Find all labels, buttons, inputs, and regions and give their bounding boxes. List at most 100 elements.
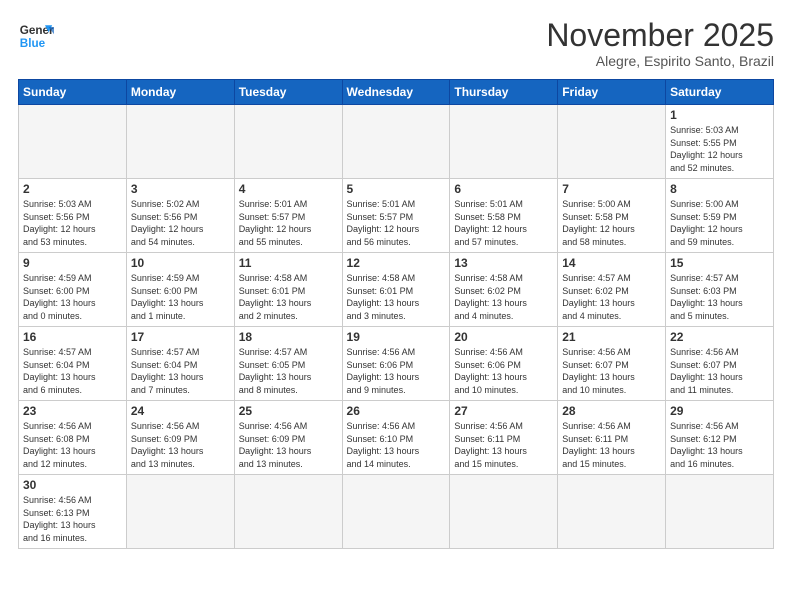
svg-text:Blue: Blue [20, 37, 46, 50]
calendar-cell: 27Sunrise: 4:56 AM Sunset: 6:11 PM Dayli… [450, 401, 558, 475]
weekday-header-wednesday: Wednesday [342, 80, 450, 105]
calendar-cell: 11 Sunrise: 4:58 AM Sunset: 6:01 PM Dayli… [234, 253, 342, 327]
day-number: 7 [562, 182, 661, 196]
calendar-cell: 3Sunrise: 5:02 AM Sunset: 5:56 PM Daylig… [126, 179, 234, 253]
calendar-cell: 29Sunrise: 4:56 AM Sunset: 6:12 PM Dayli… [666, 401, 774, 475]
day-info: Sunrise: 5:03 AM Sunset: 5:56 PM Dayligh… [23, 198, 122, 248]
day-info: Sunrise: 5:01 AM Sunset: 5:57 PM Dayligh… [239, 198, 338, 248]
calendar-cell [342, 105, 450, 179]
calendar-week-row: 1Sunrise: 5:03 AM Sunset: 5:55 PM Daylig… [19, 105, 774, 179]
day-info: Sunrise: 4:56 AM Sunset: 6:13 PM Dayligh… [23, 494, 122, 544]
calendar-cell [19, 105, 127, 179]
day-number: 12 [347, 256, 446, 270]
day-number: 17 [131, 330, 230, 344]
calendar-cell: 24 Sunrise: 4:56 AM Sunset: 6:09 PM Dayli… [126, 401, 234, 475]
calendar-cell [126, 475, 234, 549]
day-number: 24 [131, 404, 230, 418]
calendar-cell [666, 475, 774, 549]
calendar-cell: 1Sunrise: 5:03 AM Sunset: 5:55 PM Daylig… [666, 105, 774, 179]
weekday-header-tuesday: Tuesday [234, 80, 342, 105]
calendar-cell: 26 Sunrise: 4:56 AM Sunset: 6:10 PM Dayli… [342, 401, 450, 475]
header: General Blue November 2025 Alegre, Espir… [18, 18, 774, 69]
day-number: 4 [239, 182, 338, 196]
day-info: Sunrise: 4:58 AM Sunset: 6:01 PM Dayligh… [239, 272, 338, 322]
month-title: November 2025 [546, 18, 774, 53]
title-block: November 2025 Alegre, Espirito Santo, Br… [546, 18, 774, 69]
calendar-cell [126, 105, 234, 179]
day-number: 9 [23, 256, 122, 270]
day-info: Sunrise: 4:58 AM Sunset: 6:01 PM Dayligh… [347, 272, 446, 322]
calendar-cell: 28Sunrise: 4:56 AM Sunset: 6:11 PM Dayli… [558, 401, 666, 475]
day-number: 8 [670, 182, 769, 196]
weekday-header-thursday: Thursday [450, 80, 558, 105]
calendar-cell [234, 105, 342, 179]
calendar-week-row: 30 Sunrise: 4:56 AM Sunset: 6:13 PM Dayli… [19, 475, 774, 549]
day-info: Sunrise: 4:56 AM Sunset: 6:06 PM Dayligh… [454, 346, 553, 396]
day-info: Sunrise: 4:57 AM Sunset: 6:04 PM Dayligh… [131, 346, 230, 396]
day-number: 15 [670, 256, 769, 270]
calendar-cell: 25 Sunrise: 4:56 AM Sunset: 6:09 PM Dayli… [234, 401, 342, 475]
day-info: Sunrise: 4:59 AM Sunset: 6:00 PM Dayligh… [131, 272, 230, 322]
weekday-header-sunday: Sunday [19, 80, 127, 105]
calendar-cell: 23Sunrise: 4:56 AM Sunset: 6:08 PM Dayli… [19, 401, 127, 475]
day-info: Sunrise: 5:00 AM Sunset: 5:58 PM Dayligh… [562, 198, 661, 248]
day-info: Sunrise: 4:56 AM Sunset: 6:10 PM Dayligh… [347, 420, 446, 470]
day-number: 2 [23, 182, 122, 196]
calendar-cell [450, 475, 558, 549]
calendar-cell: 10 Sunrise: 4:59 AM Sunset: 6:00 PM Dayli… [126, 253, 234, 327]
calendar-week-row: 9 Sunrise: 4:59 AM Sunset: 6:00 PM Daylig… [19, 253, 774, 327]
day-number: 28 [562, 404, 661, 418]
day-number: 30 [23, 478, 122, 492]
day-number: 1 [670, 108, 769, 122]
calendar-cell: 16Sunrise: 4:57 AM Sunset: 6:04 PM Dayli… [19, 327, 127, 401]
day-info: Sunrise: 4:58 AM Sunset: 6:02 PM Dayligh… [454, 272, 553, 322]
day-number: 14 [562, 256, 661, 270]
day-number: 25 [239, 404, 338, 418]
calendar-cell: 14 Sunrise: 4:57 AM Sunset: 6:02 PM Dayli… [558, 253, 666, 327]
location-subtitle: Alegre, Espirito Santo, Brazil [546, 53, 774, 69]
logo: General Blue [18, 18, 54, 54]
day-info: Sunrise: 5:01 AM Sunset: 5:57 PM Dayligh… [347, 198, 446, 248]
day-info: Sunrise: 5:01 AM Sunset: 5:58 PM Dayligh… [454, 198, 553, 248]
day-info: Sunrise: 4:56 AM Sunset: 6:07 PM Dayligh… [670, 346, 769, 396]
calendar-cell: 2 Sunrise: 5:03 AM Sunset: 5:56 PM Daylig… [19, 179, 127, 253]
day-number: 26 [347, 404, 446, 418]
calendar-cell [234, 475, 342, 549]
day-number: 10 [131, 256, 230, 270]
calendar-cell [558, 105, 666, 179]
day-number: 21 [562, 330, 661, 344]
calendar-cell: 18 Sunrise: 4:57 AM Sunset: 6:05 PM Dayli… [234, 327, 342, 401]
day-info: Sunrise: 4:56 AM Sunset: 6:09 PM Dayligh… [239, 420, 338, 470]
weekday-header-friday: Friday [558, 80, 666, 105]
weekday-header-row: SundayMondayTuesdayWednesdayThursdayFrid… [19, 80, 774, 105]
calendar-cell [342, 475, 450, 549]
day-info: Sunrise: 4:59 AM Sunset: 6:00 PM Dayligh… [23, 272, 122, 322]
day-info: Sunrise: 4:56 AM Sunset: 6:11 PM Dayligh… [454, 420, 553, 470]
calendar-cell: 15Sunrise: 4:57 AM Sunset: 6:03 PM Dayli… [666, 253, 774, 327]
calendar-cell: 8Sunrise: 5:00 AM Sunset: 5:59 PM Daylig… [666, 179, 774, 253]
calendar-week-row: 16Sunrise: 4:57 AM Sunset: 6:04 PM Dayli… [19, 327, 774, 401]
calendar-cell: 21Sunrise: 4:56 AM Sunset: 6:07 PM Dayli… [558, 327, 666, 401]
day-number: 18 [239, 330, 338, 344]
calendar-cell [558, 475, 666, 549]
day-info: Sunrise: 4:57 AM Sunset: 6:05 PM Dayligh… [239, 346, 338, 396]
day-number: 29 [670, 404, 769, 418]
day-number: 22 [670, 330, 769, 344]
day-number: 6 [454, 182, 553, 196]
calendar-cell: 22 Sunrise: 4:56 AM Sunset: 6:07 PM Dayli… [666, 327, 774, 401]
day-number: 23 [23, 404, 122, 418]
calendar-week-row: 2 Sunrise: 5:03 AM Sunset: 5:56 PM Daylig… [19, 179, 774, 253]
calendar-cell: 20 Sunrise: 4:56 AM Sunset: 6:06 PM Dayli… [450, 327, 558, 401]
day-info: Sunrise: 5:02 AM Sunset: 5:56 PM Dayligh… [131, 198, 230, 248]
day-number: 20 [454, 330, 553, 344]
calendar-cell: 12 Sunrise: 4:58 AM Sunset: 6:01 PM Dayli… [342, 253, 450, 327]
day-info: Sunrise: 4:57 AM Sunset: 6:02 PM Dayligh… [562, 272, 661, 322]
generalblue-logo-icon: General Blue [18, 18, 54, 54]
calendar-cell: 13Sunrise: 4:58 AM Sunset: 6:02 PM Dayli… [450, 253, 558, 327]
calendar-cell: 9 Sunrise: 4:59 AM Sunset: 6:00 PM Daylig… [19, 253, 127, 327]
calendar-cell: 5Sunrise: 5:01 AM Sunset: 5:57 PM Daylig… [342, 179, 450, 253]
day-number: 11 [239, 256, 338, 270]
day-number: 19 [347, 330, 446, 344]
calendar-week-row: 23Sunrise: 4:56 AM Sunset: 6:08 PM Dayli… [19, 401, 774, 475]
day-info: Sunrise: 4:56 AM Sunset: 6:09 PM Dayligh… [131, 420, 230, 470]
